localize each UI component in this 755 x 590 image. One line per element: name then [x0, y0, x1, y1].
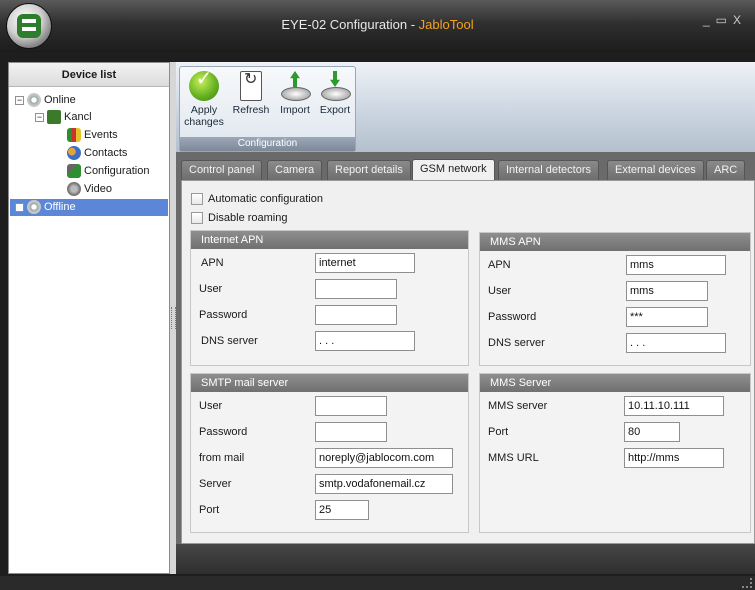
title-bar: EYE-02 Configuration - JabloTool _▭X — [0, 0, 755, 52]
port-label: Port — [199, 504, 220, 516]
tree-item-contacts[interactable]: Contacts — [67, 145, 127, 162]
password-label: Password — [199, 309, 248, 321]
mms-apn-input[interactable]: mms — [626, 255, 726, 275]
smtp-server-input[interactable]: smtp.vodafonemail.cz — [315, 474, 453, 494]
apn-label: APN — [488, 259, 511, 271]
contacts-icon — [67, 146, 81, 161]
tab-internal-detectors[interactable]: Internal detectors — [498, 160, 599, 180]
tab-report-details[interactable]: Report details — [327, 160, 411, 180]
smtp-port-input[interactable]: 25 — [315, 500, 369, 520]
import-button[interactable]: Import — [276, 71, 314, 116]
from-mail-input[interactable]: noreply@jablocom.com — [315, 448, 453, 468]
server-label: Server — [199, 478, 232, 490]
mms-url-label: MMS URL — [488, 452, 539, 464]
window-controls: _▭X — [703, 13, 747, 27]
tree-item-configuration[interactable]: Configuration — [67, 163, 149, 180]
mms-server-input[interactable]: 10.11.10.111 — [624, 396, 724, 416]
smtp-password-input[interactable] — [315, 422, 387, 442]
internet-apn-input[interactable]: internet — [315, 253, 415, 273]
internet-dns-input[interactable]: . . . — [315, 331, 415, 351]
dns-server-label: DNS server — [201, 335, 258, 347]
mms-user-input[interactable]: mms — [626, 281, 708, 301]
gear-icon — [27, 93, 41, 108]
mms-server-label: MMS server — [488, 400, 548, 412]
tree-item-online[interactable]: − Online — [15, 92, 76, 109]
disable-roaming-checkbox[interactable]: Disable roaming — [191, 210, 287, 226]
configuration-ribbon-group: Apply changes Refresh Import Export Conf… — [179, 66, 356, 152]
tree-item-video[interactable]: Video — [67, 181, 112, 198]
internet-user-input[interactable] — [315, 279, 397, 299]
apply-check-icon — [189, 71, 219, 101]
smtp-user-input[interactable] — [315, 396, 387, 416]
mms-server-title: MMS Server — [480, 374, 750, 392]
checkbox-box[interactable] — [191, 193, 203, 206]
tree-item-events[interactable]: Events — [67, 127, 118, 144]
resize-grip-icon[interactable] — [742, 578, 752, 588]
window-title-brand: JabloTool — [418, 17, 474, 32]
tab-arc[interactable]: ARC — [706, 160, 746, 180]
tree-item-offline[interactable]: + Offline — [10, 199, 168, 216]
user-label: User — [199, 283, 223, 295]
smtp-title: SMTP mail server — [191, 374, 468, 392]
internet-password-input[interactable] — [315, 305, 397, 325]
device-list-panel: Device list − Online − Kancl Events Contac… — [8, 62, 170, 574]
main-area: Apply changes Refresh Import Export Conf… — [176, 62, 755, 574]
mms-apn-title: MMS APN — [480, 233, 750, 251]
from-mail-label: from mail — [199, 452, 245, 464]
gsm-network-panel: Automatic configuration Disable roaming … — [181, 180, 755, 544]
tab-gsm-network[interactable]: GSM network — [412, 159, 495, 180]
mms-apn-group: MMS APN APN mms User mms Password *** DN… — [479, 232, 751, 366]
status-bar — [0, 576, 755, 590]
device-icon — [47, 110, 61, 125]
apply-changes-button[interactable]: Apply changes — [184, 71, 224, 128]
checkbox-box[interactable] — [191, 212, 203, 225]
export-icon — [320, 71, 351, 101]
mms-dns-input[interactable]: . . . — [626, 333, 726, 353]
import-icon — [280, 71, 311, 101]
minimize-button[interactable]: _ — [703, 13, 716, 27]
tab-strip: Control panel Camera Report details GSM … — [176, 159, 755, 180]
tab-control-panel[interactable]: Control panel — [181, 160, 263, 180]
dns-server-label: DNS server — [488, 337, 545, 349]
gear-icon — [27, 200, 41, 215]
automatic-configuration-checkbox[interactable]: Automatic configuration — [191, 191, 323, 207]
collapse-icon[interactable]: − — [15, 95, 24, 105]
refresh-button[interactable]: Refresh — [230, 71, 272, 116]
bottom-bar — [176, 544, 755, 574]
tab-camera[interactable]: Camera — [267, 160, 323, 180]
mms-url-input[interactable]: http://mms — [624, 448, 724, 468]
toolbar: Apply changes Refresh Import Export Conf… — [176, 62, 755, 152]
tab-external-devices[interactable]: External devices — [607, 160, 704, 180]
events-icon — [67, 128, 81, 143]
export-button[interactable]: Export — [316, 71, 354, 116]
maximize-button[interactable]: ▭ — [716, 13, 733, 27]
mms-server-group: MMS Server MMS server 10.11.10.111 Port … — [479, 373, 751, 533]
ribbon-group-caption: Configuration — [180, 137, 355, 151]
configuration-icon — [67, 164, 81, 179]
video-icon — [67, 182, 81, 197]
close-button[interactable]: X — [733, 13, 747, 27]
internet-apn-group: Internet APN APN internet User Password … — [190, 230, 469, 366]
window-title: EYE-02 Configuration - JabloTool — [281, 17, 474, 32]
collapse-icon[interactable]: − — [35, 112, 44, 122]
user-label: User — [199, 400, 223, 412]
password-label: Password — [488, 311, 537, 323]
user-label: User — [488, 285, 512, 297]
mms-port-input[interactable]: 80 — [624, 422, 680, 442]
password-label: Password — [199, 426, 248, 438]
mms-password-input[interactable]: *** — [626, 307, 708, 327]
smtp-mail-server-group: SMTP mail server User Password from mail… — [190, 373, 469, 533]
device-list-header: Device list — [9, 63, 169, 87]
expand-icon[interactable]: + — [15, 202, 24, 212]
tree-item-kancl[interactable]: − Kancl — [35, 109, 92, 126]
refresh-icon — [240, 71, 262, 101]
internet-apn-title: Internet APN — [191, 231, 468, 249]
port-label: Port — [488, 426, 509, 438]
apn-label: APN — [201, 257, 224, 269]
